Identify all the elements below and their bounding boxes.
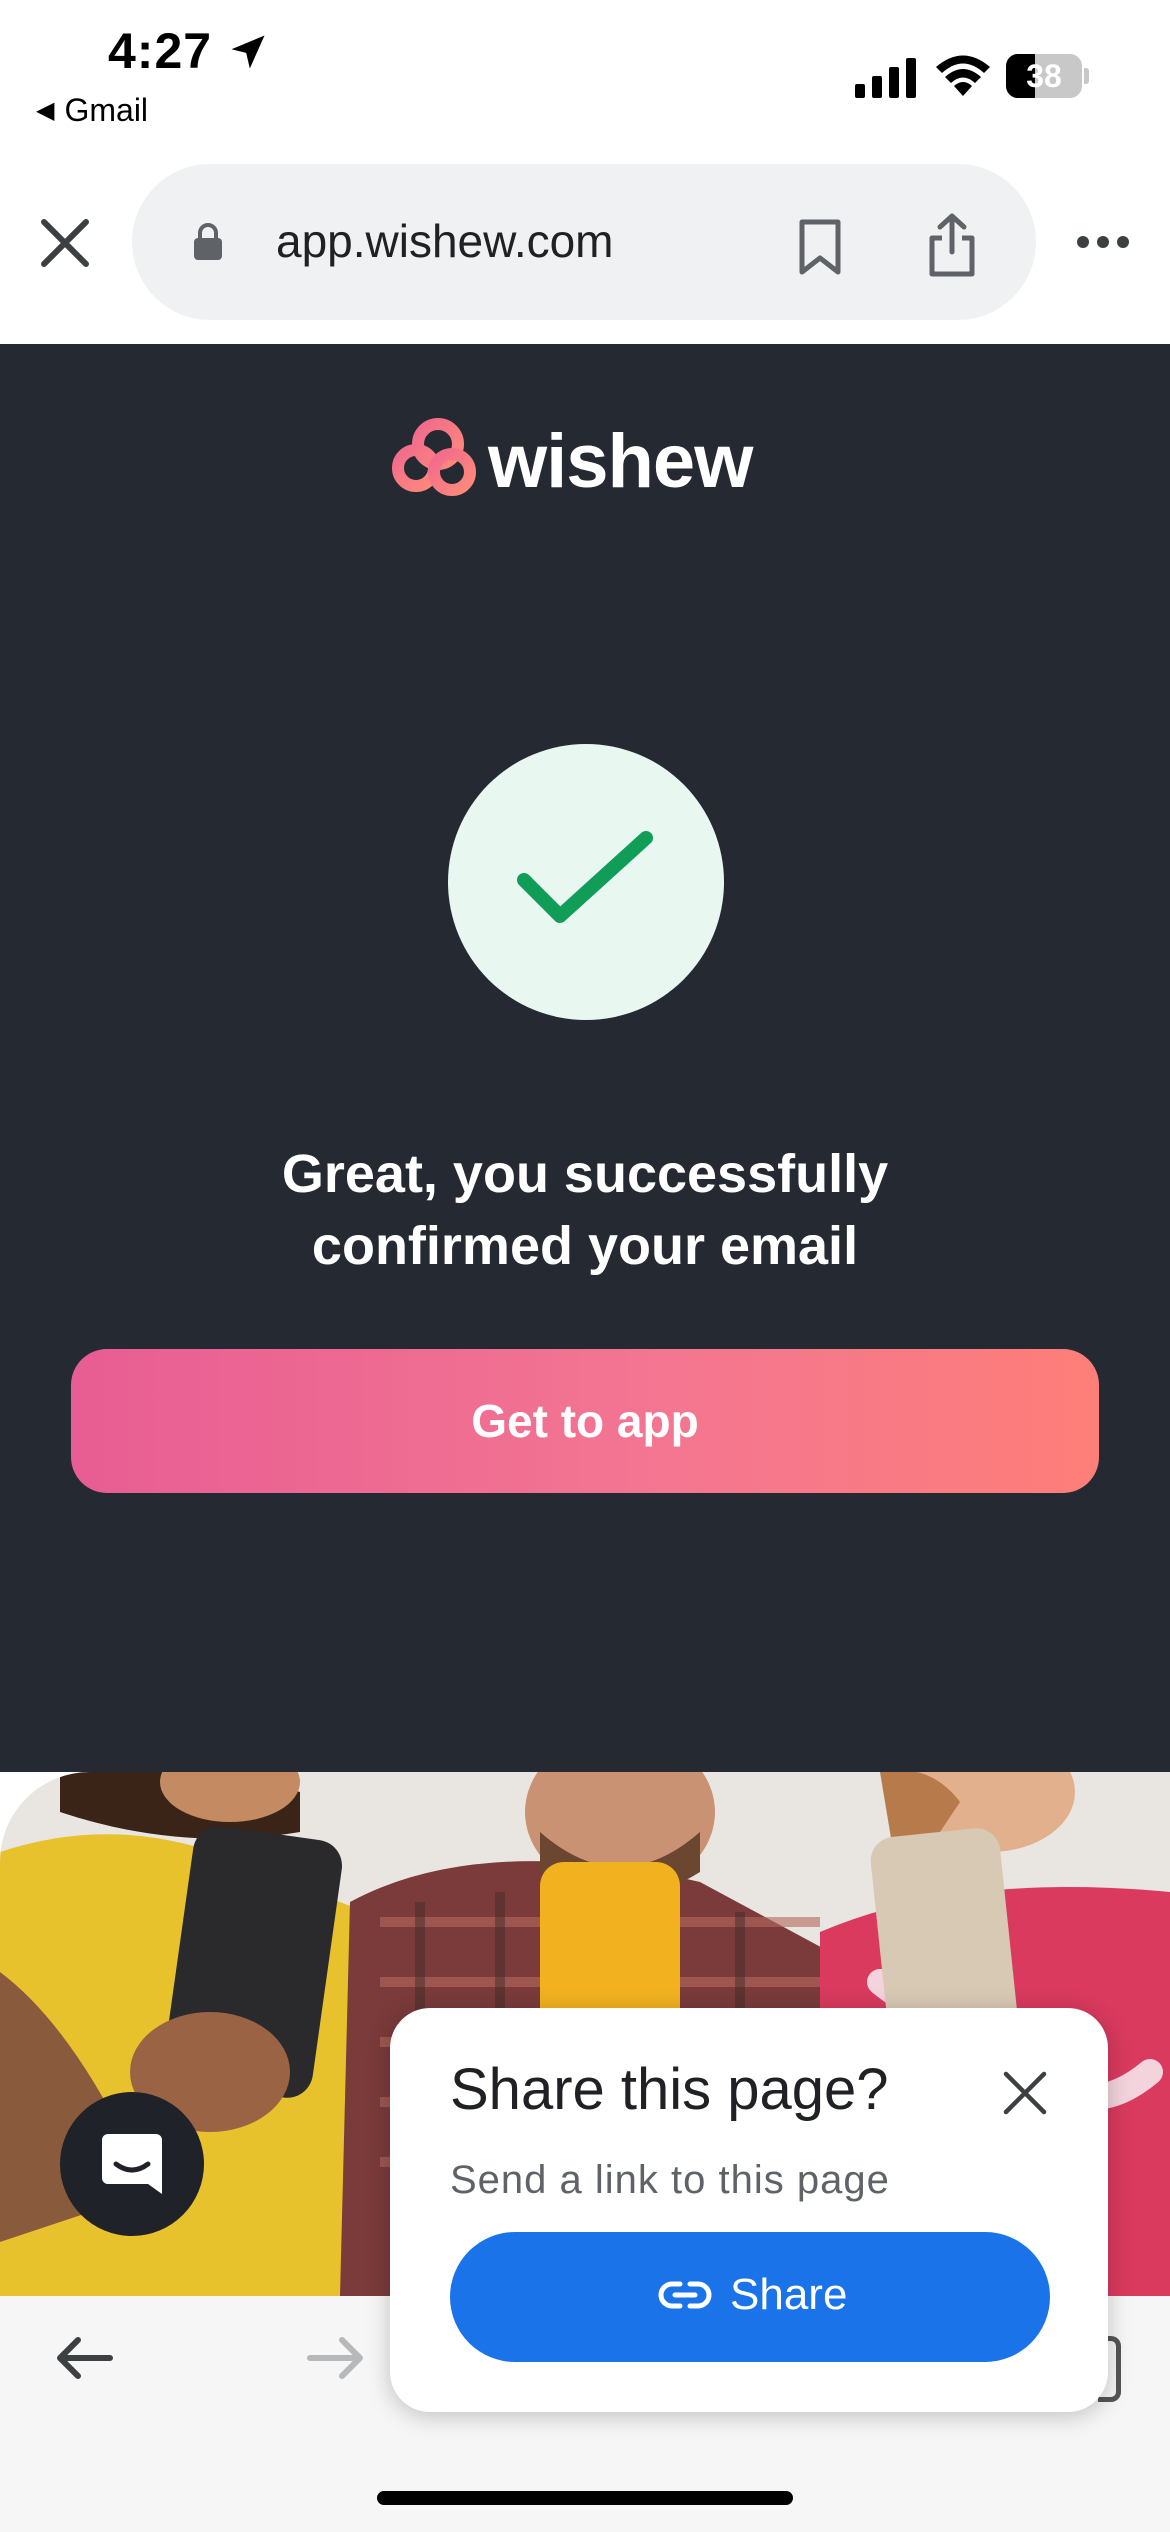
share-button-label: Share [730,2270,848,2319]
back-triangle-icon: ◀ [36,97,55,124]
get-to-app-button[interactable]: Get to app [71,1349,1099,1493]
wifi-icon [936,55,990,96]
share-button[interactable]: Share [450,2232,1050,2362]
back-app-label: Gmail [64,92,149,128]
success-badge [448,744,724,1020]
share-popup-title: Share this page? [450,2057,889,2122]
bookmark-icon[interactable] [798,218,842,276]
back-to-app-link[interactable]: ◀ Gmail [36,92,148,129]
url-text[interactable]: app.wishew.com [276,214,614,268]
signal-icon [855,58,916,98]
checkmark-icon [517,831,653,923]
close-icon[interactable] [1002,2070,1048,2116]
browser-toolbar: app.wishew.com [0,150,1170,344]
chat-launcher-button[interactable] [60,2092,204,2236]
wishew-logo-icon [392,418,476,496]
close-icon[interactable] [36,214,94,272]
battery-icon: 38 [1006,54,1089,98]
battery-level: 38 [1026,58,1062,94]
location-arrow-icon [231,35,265,69]
link-icon [658,2281,712,2309]
forward-arrow-icon[interactable] [306,2334,366,2382]
confirmation-page: wishew Great, you successfully confirmed… [0,344,1170,1772]
share-icon[interactable] [926,212,978,278]
battery-nub [1084,68,1089,84]
back-arrow-icon[interactable] [54,2334,114,2382]
brand-logo: wishew [390,414,753,504]
more-icon[interactable] [1076,234,1130,250]
chat-icon [102,2134,162,2194]
heading-line-2: confirmed your email [311,1216,859,1276]
status-time: 4:27 [108,23,213,79]
heading-line-1: Great, you successfully [281,1144,889,1204]
share-popup: Share this page? Send a link to this pag… [390,2008,1108,2412]
brand-name: wishew [488,419,753,504]
status-bar: 4:27 ◀ Gmail 38 [0,0,1170,150]
home-indicator [377,2491,793,2505]
lock-icon [194,223,222,260]
confirmation-heading: Great, you successfully confirmed your e… [85,1138,1085,1282]
share-popup-subtitle: Send a link to this page [450,2158,890,2202]
address-bar[interactable]: app.wishew.com [132,164,1036,320]
